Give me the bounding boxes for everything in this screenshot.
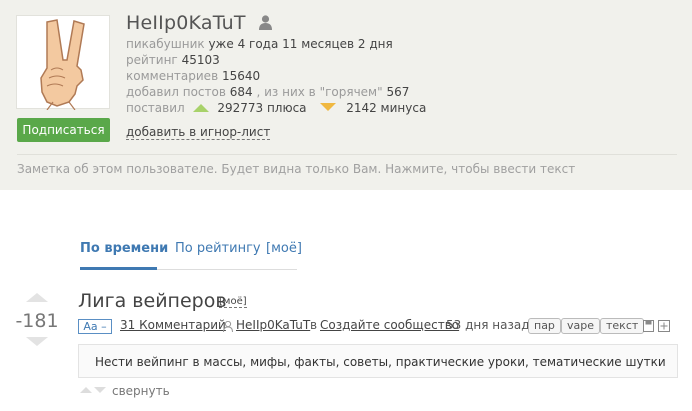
font-size-button[interactable]: Аа –: [78, 319, 112, 334]
rating-row: рейтинг 45103: [126, 53, 220, 67]
tab-by-rating[interactable]: По рейтингу: [175, 241, 261, 256]
subscribe-button[interactable]: Подписаться: [17, 118, 110, 142]
collapse-down-icon: [94, 387, 106, 393]
tag-button[interactable]: vape: [561, 318, 601, 334]
collapse-up-icon: [80, 387, 92, 393]
votes-label: поставил: [126, 101, 185, 115]
user-note-field[interactable]: Заметка об этом пользователе. Будет видн…: [17, 162, 575, 176]
comments-row: комментариев 15640: [126, 69, 260, 83]
author-link[interactable]: HeIIp0KaTuT: [236, 318, 310, 332]
community-rating: -181: [15, 310, 59, 332]
hot-label: , из них в "горячем": [256, 85, 383, 99]
plus-value: 292773 плюса: [217, 101, 307, 115]
plus-arrow-icon: [192, 104, 209, 112]
rating-label: рейтинг: [126, 53, 178, 67]
posts-label: добавил постов: [126, 85, 226, 99]
create-community-link[interactable]: Создайте сообщество: [320, 318, 459, 332]
tag-button[interactable]: текст: [600, 318, 645, 334]
avatar[interactable]: [16, 15, 110, 110]
comments-link[interactable]: 31 Комментарий: [120, 318, 226, 332]
hot-value: 567: [386, 85, 410, 99]
tab-mine[interactable]: [моё]: [266, 241, 302, 256]
add-to-ignore-link[interactable]: добавить в игнор-лист: [126, 125, 271, 140]
active-tab-indicator: [80, 267, 157, 270]
divider: [17, 154, 677, 155]
votes-row: поставил 292773 плюса 2142 минуса: [126, 101, 426, 115]
username: HeIIp0KaTuT: [126, 12, 246, 34]
minus-value: 2142 минуса: [346, 101, 427, 115]
mine-link[interactable]: [моё]: [219, 296, 247, 308]
expand-icon[interactable]: [658, 320, 670, 332]
posts-value: 684: [229, 85, 253, 99]
community-description: Нести вейпинг в массы, мифы, факты, сове…: [78, 344, 678, 378]
posted-ago: 53 дня назад: [446, 318, 530, 332]
posts-row: добавил постов 684 , из них в "горячем" …: [126, 85, 409, 99]
author-icon: [223, 321, 233, 332]
member-value: уже 4 года 11 месяцев 2 дня: [208, 37, 393, 51]
member-since-row: пикабушник уже 4 года 11 месяцев 2 дня: [126, 37, 393, 51]
comments-label: комментариев: [126, 69, 219, 83]
minus-arrow-icon: [320, 103, 337, 111]
in-label: в: [310, 318, 318, 332]
sort-tabs: По времени По рейтингу [моё]: [80, 238, 302, 270]
tab-by-time[interactable]: По времени: [80, 241, 168, 256]
collapse-label: свернуть: [112, 384, 170, 398]
member-label: пикабушник: [126, 37, 205, 51]
comments-value: 15640: [221, 69, 261, 83]
save-icon[interactable]: [643, 320, 654, 332]
profile-header: Подписаться HeIIp0KaTuT пикабушник уже 4…: [0, 0, 692, 190]
user-icon: [259, 15, 272, 30]
downvote-icon[interactable]: [26, 337, 48, 346]
peace-hand-icon: [40, 19, 85, 110]
collapse-button[interactable]: свернуть: [80, 384, 170, 398]
tag-button[interactable]: пар: [528, 318, 561, 334]
community-title[interactable]: Лига вейперов: [78, 290, 227, 312]
rating-value: 45103: [181, 53, 220, 67]
upvote-icon[interactable]: [26, 293, 48, 302]
